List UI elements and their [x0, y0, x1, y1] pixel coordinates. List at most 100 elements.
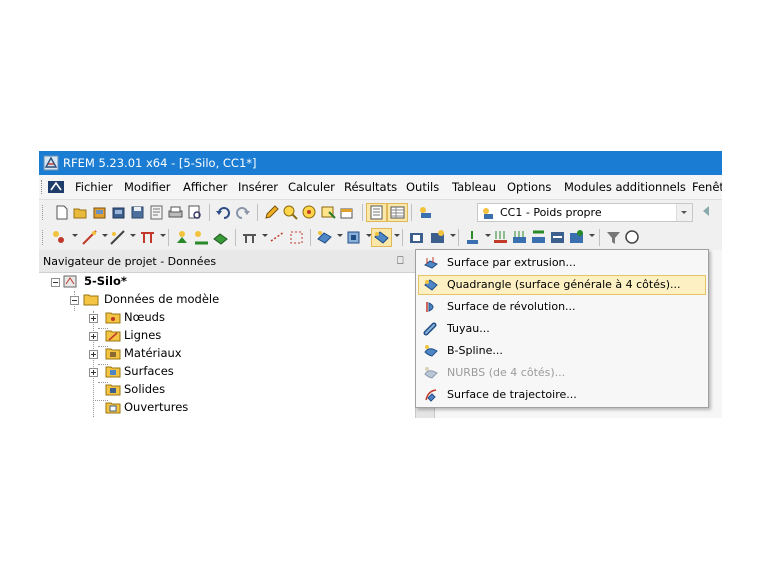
print-preview-icon[interactable] — [186, 204, 203, 221]
tree-item-nodes[interactable]: Nœuds — [39, 309, 415, 327]
new-file-icon[interactable] — [53, 204, 70, 221]
find-icon[interactable] — [282, 204, 299, 221]
node-dropdown-icon[interactable] — [72, 234, 78, 237]
member-dropdown-icon[interactable] — [130, 234, 136, 237]
dimension-icon[interactable] — [269, 229, 286, 246]
menu-item-bspline-surface[interactable]: B-Spline... — [418, 341, 706, 361]
guide-line-icon[interactable] — [288, 229, 305, 246]
redo-icon[interactable] — [234, 204, 251, 221]
print-icon[interactable] — [167, 204, 184, 221]
support-icon[interactable] — [174, 229, 191, 246]
menu-item-nurbs-surface[interactable]: NURBS (de 4 côtés)... — [418, 363, 706, 383]
new-solid-icon[interactable] — [345, 229, 362, 246]
window-title: RFEM 5.23.01 x64 - [5-Silo, CC1*] — [63, 156, 257, 170]
load-case-icon[interactable] — [417, 204, 434, 221]
line-support-icon[interactable] — [193, 229, 210, 246]
tree-item-label: Matériaux — [124, 346, 182, 360]
surface-load-icon[interactable] — [511, 229, 528, 246]
tree-item-label: 5-Silo* — [84, 274, 127, 288]
tree-item-openings[interactable]: Ouvertures — [39, 399, 415, 417]
menu-modules-additionnels[interactable]: Modules additionnels — [564, 180, 686, 194]
menu-item-label: Surface de révolution... — [447, 300, 576, 313]
load-case-value: CC1 - Poids propre — [500, 206, 602, 219]
open-folder-icon[interactable] — [72, 204, 89, 221]
menu-item-quadrangle-surface[interactable]: Quadrangle (surface générale à 4 côtés).… — [418, 275, 706, 295]
menu-item-label: B-Spline... — [447, 344, 503, 357]
select-window-icon[interactable] — [320, 204, 337, 221]
tree-item-label: Surfaces — [124, 364, 174, 378]
system-menu-icon[interactable] — [45, 179, 67, 195]
surface-dropdown-icon[interactable] — [337, 234, 343, 237]
collapse-icon[interactable] — [51, 278, 60, 287]
calculate-icon[interactable] — [605, 229, 622, 246]
member-set-icon[interactable] — [139, 229, 156, 246]
menu-calculer[interactable]: Calculer — [288, 180, 335, 194]
lines-folder-icon — [105, 330, 121, 342]
tree-item-surfaces[interactable]: Surfaces — [39, 363, 415, 381]
line-dropdown-icon[interactable] — [102, 234, 108, 237]
menu-inserer[interactable]: Insérer — [238, 180, 278, 194]
imperfection-icon[interactable] — [549, 229, 566, 246]
opening-icon[interactable] — [408, 229, 425, 246]
menu-afficher[interactable]: Afficher — [183, 180, 227, 194]
menu-item-revolution-surface[interactable]: Surface de révolution... — [418, 297, 706, 317]
solid-load-icon[interactable] — [530, 229, 547, 246]
tree-item-label: Solides — [124, 382, 166, 396]
results-icon[interactable] — [624, 229, 641, 246]
new-line-icon[interactable] — [81, 229, 98, 246]
nodal-load-icon[interactable] — [464, 229, 481, 246]
collapse-icon[interactable] — [70, 296, 79, 305]
member-load-icon[interactable] — [492, 229, 509, 246]
tree-item-solids[interactable]: Solides — [39, 381, 415, 399]
menu-fenetre[interactable]: Fenêt — [692, 180, 722, 194]
member-set-dropdown-icon[interactable] — [160, 234, 166, 237]
undo-icon[interactable] — [215, 204, 232, 221]
toolbar-grip — [42, 230, 45, 245]
nodes-folder-icon — [105, 312, 121, 324]
load-case-selector[interactable]: CC1 - Poids propre — [477, 203, 693, 222]
menu-item-label: Surface par extrusion... — [447, 256, 577, 269]
menu-options[interactable]: Options — [507, 180, 551, 194]
report-icon[interactable] — [148, 204, 165, 221]
tables-icon — [389, 204, 406, 221]
new-window-icon[interactable] — [339, 204, 356, 221]
new-member-icon[interactable] — [109, 229, 126, 246]
load-generator-icon[interactable] — [568, 229, 585, 246]
model-block-icon[interactable] — [110, 204, 127, 221]
tree-item-lines[interactable]: Lignes — [39, 327, 415, 345]
expand-icon[interactable] — [89, 314, 98, 323]
menu-item-extrusion-surface[interactable]: Surface par extrusion... — [418, 253, 706, 273]
load-generator-dropdown-icon[interactable] — [589, 234, 595, 237]
nodal-load-dropdown-icon[interactable] — [485, 234, 491, 237]
load-wizard-dropdown-icon[interactable] — [450, 234, 456, 237]
expand-icon[interactable] — [89, 350, 98, 359]
toolbar-separator — [235, 229, 236, 246]
surface-support-icon[interactable] — [212, 229, 229, 246]
hinge-icon[interactable] — [241, 229, 258, 246]
materials-folder-icon — [105, 348, 121, 360]
menu-item-pipe-surface[interactable]: Tuyau... — [418, 319, 706, 339]
load-case-dropdown-arrow-icon[interactable] — [676, 204, 692, 221]
expand-icon[interactable] — [89, 332, 98, 341]
menu-item-trajectory-surface[interactable]: Surface de trajectoire... — [418, 385, 706, 405]
menu-fichier[interactable]: Fichier — [75, 180, 113, 194]
new-node-icon[interactable] — [51, 229, 68, 246]
menu-modifier[interactable]: Modifier — [124, 180, 171, 194]
zoom-icon[interactable] — [301, 204, 318, 221]
save-icon[interactable] — [129, 204, 146, 221]
new-surface-icon[interactable] — [316, 229, 333, 246]
expand-icon[interactable] — [89, 368, 98, 377]
tree-item-materials[interactable]: Matériaux — [39, 345, 415, 363]
hinge-dropdown-icon[interactable] — [262, 234, 268, 237]
tree-item-model-data[interactable]: Données de modèle — [39, 291, 415, 309]
menu-tableau[interactable]: Tableau — [452, 180, 496, 194]
previous-load-case-icon[interactable] — [703, 206, 709, 216]
load-wizard-icon[interactable] — [429, 229, 446, 246]
pin-icon[interactable]: ⎕ — [397, 254, 404, 268]
menu-outils[interactable]: Outils — [406, 180, 439, 194]
open-model-icon[interactable] — [91, 204, 108, 221]
tree-item-project[interactable]: 5-Silo* — [39, 273, 415, 291]
special-surface-dropdown-icon[interactable] — [394, 234, 400, 237]
menu-resultats[interactable]: Résultats — [344, 180, 397, 194]
edit-pencil-icon[interactable] — [263, 204, 280, 221]
